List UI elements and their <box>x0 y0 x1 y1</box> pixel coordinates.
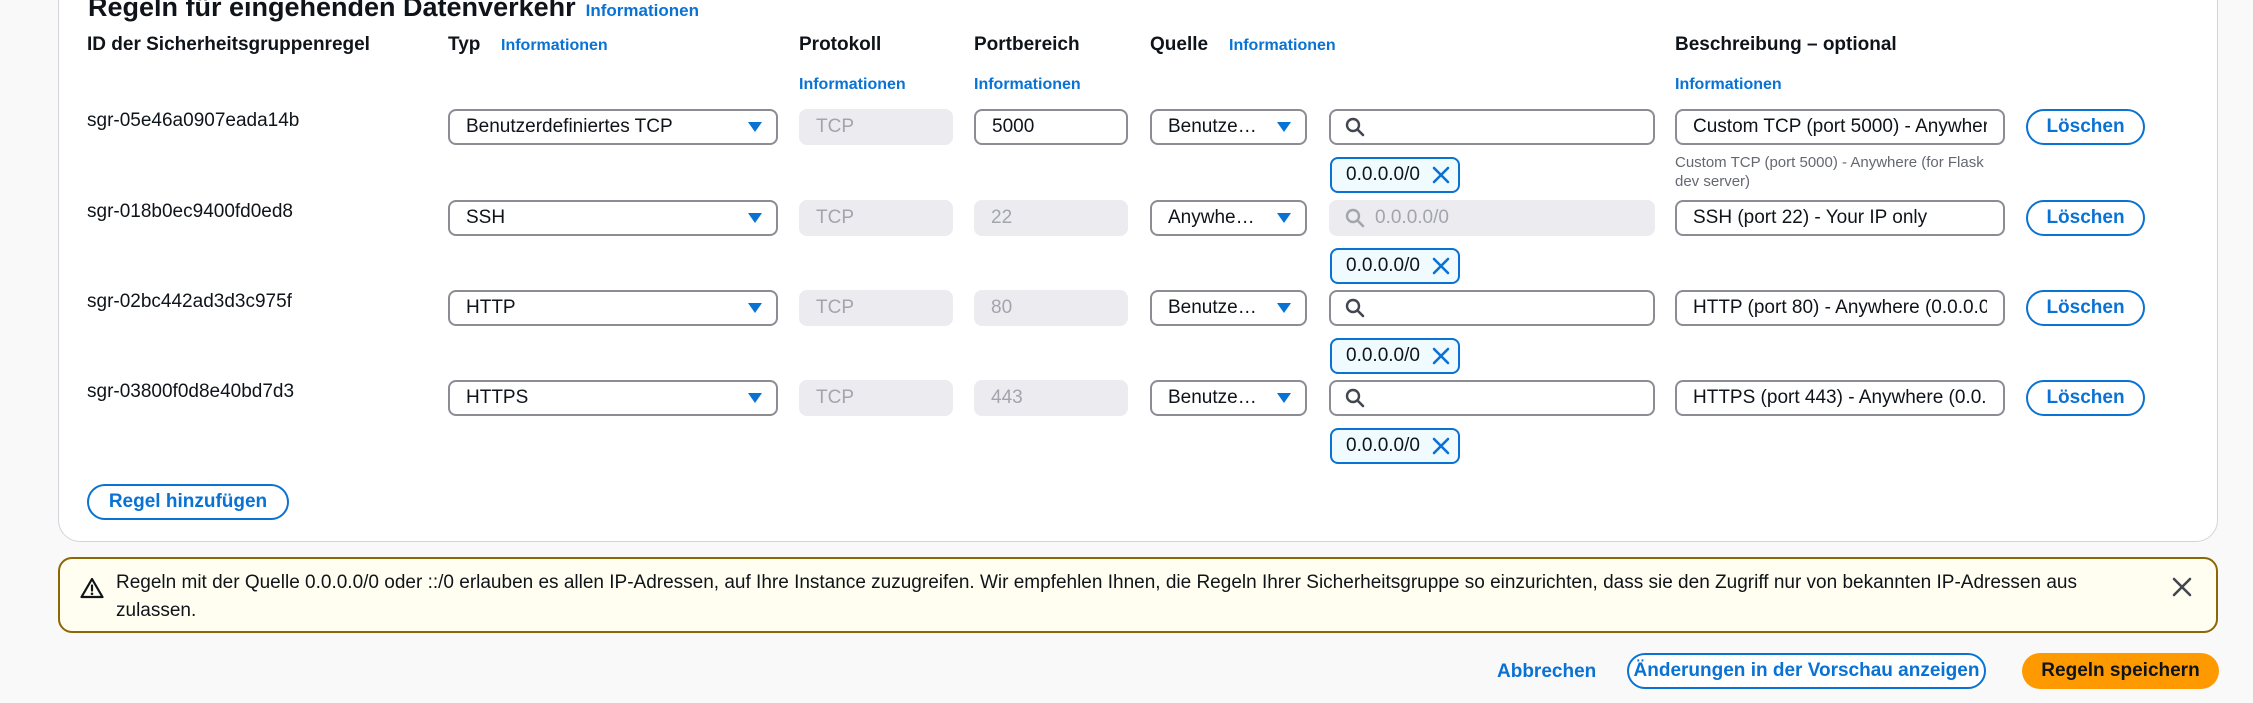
caret-down-icon <box>748 393 762 403</box>
source-select[interactable]: Anywhe… <box>1150 200 1307 236</box>
rule-id: sgr-03800f0d8e40bd7d3 <box>87 381 295 402</box>
cidr-search-input[interactable] <box>1329 290 1655 326</box>
delete-button[interactable]: Löschen <box>2026 290 2145 326</box>
header-source: Quelle <box>1150 34 1209 55</box>
type-select-value: Benutzerdefiniertes TCP <box>466 116 673 137</box>
header-description-info-link[interactable]: Informationen <box>1675 76 1782 94</box>
description-value: HTTPS (port 443) - Anywhere (0.0.( <box>1693 387 1987 408</box>
source-select-value: Benutze… <box>1168 116 1257 137</box>
header-type-info-link[interactable]: Informationen <box>501 37 608 55</box>
source-select[interactable]: Benutze… <box>1150 109 1307 145</box>
port-range-input[interactable]: 5000 <box>974 109 1128 145</box>
port-range-field: 80 <box>974 290 1128 326</box>
rule-id: sgr-02bc442ad3d3c975f <box>87 291 292 312</box>
search-icon <box>1345 298 1365 318</box>
source-select-value: Benutze… <box>1168 387 1257 408</box>
cidr-token: 0.0.0.0/0 <box>1330 338 1460 374</box>
caret-down-icon <box>1277 303 1291 313</box>
caret-down-icon <box>1277 122 1291 132</box>
port-range-field: 22 <box>974 200 1128 236</box>
caret-down-icon <box>1277 213 1291 223</box>
cidr-token-label: 0.0.0.0/0 <box>1346 255 1420 276</box>
close-icon[interactable] <box>1432 437 1450 455</box>
cidr-search-input[interactable] <box>1329 380 1655 416</box>
rule-id: sgr-018b0ec9400fd0ed8 <box>87 201 294 222</box>
search-icon <box>1345 208 1365 228</box>
header-port-info-link[interactable]: Informationen <box>974 76 1081 94</box>
add-rule-button[interactable]: Regel hinzufügen <box>87 484 289 520</box>
warning-icon <box>80 577 104 599</box>
cidr-search-value: 0.0.0.0/0 <box>1375 207 1449 228</box>
rule-id: sgr-05e46a0907eada14b <box>87 110 300 131</box>
type-select-value: SSH <box>466 207 506 228</box>
description-input[interactable]: Custom TCP (port 5000) - Anywher <box>1675 109 2005 145</box>
source-select-value: Benutze… <box>1168 297 1257 318</box>
search-icon <box>1345 388 1365 408</box>
section-title-text: Regeln für eingehenden Datenverkehr <box>88 0 576 22</box>
type-select[interactable]: SSH <box>448 200 778 236</box>
header-protocol: Protokoll <box>799 34 882 55</box>
save-rules-button[interactable]: Regeln speichern <box>2022 653 2219 689</box>
description-value: HTTP (port 80) - Anywhere (0.0.0.0 <box>1693 297 1987 318</box>
description-input[interactable]: HTTPS (port 443) - Anywhere (0.0.( <box>1675 380 2005 416</box>
warning-alert: Regeln mit der Quelle 0.0.0.0/0 oder ::/… <box>58 557 2218 633</box>
close-icon[interactable] <box>1432 166 1450 184</box>
protocol-field: TCP <box>799 200 953 236</box>
caret-down-icon <box>748 303 762 313</box>
source-select[interactable]: Benutze… <box>1150 290 1307 326</box>
close-icon[interactable] <box>2172 577 2192 597</box>
cidr-token: 0.0.0.0/0 <box>1330 428 1460 464</box>
preview-changes-button[interactable]: Änderungen in der Vorschau anzeigen <box>1627 653 1986 689</box>
delete-button[interactable]: Löschen <box>2026 200 2145 236</box>
type-select-value: HTTPS <box>466 387 529 408</box>
cidr-token-label: 0.0.0.0/0 <box>1346 435 1420 456</box>
description-value: Custom TCP (port 5000) - Anywher <box>1693 116 1987 137</box>
protocol-field: TCP <box>799 290 953 326</box>
cancel-button[interactable]: Abbrechen <box>1497 661 1596 683</box>
protocol-field: TCP <box>799 380 953 416</box>
close-icon[interactable] <box>1432 257 1450 275</box>
header-protocol-info-link[interactable]: Informationen <box>799 76 906 94</box>
description-value: SSH (port 22) - Your IP only <box>1693 207 1928 228</box>
delete-button[interactable]: Löschen <box>2026 109 2145 145</box>
protocol-field: TCP <box>799 109 953 145</box>
cidr-token: 0.0.0.0/0 <box>1330 157 1460 193</box>
type-select-value: HTTP <box>466 297 516 318</box>
cidr-token-label: 0.0.0.0/0 <box>1346 345 1420 366</box>
cidr-search-input: 0.0.0.0/0 <box>1329 200 1655 236</box>
header-rule-id: ID der Sicherheitsgruppenregel <box>87 34 370 55</box>
delete-button[interactable]: Löschen <box>2026 380 2145 416</box>
header-description: Beschreibung – optional <box>1675 34 1897 55</box>
description-input[interactable]: HTTP (port 80) - Anywhere (0.0.0.0 <box>1675 290 2005 326</box>
header-source-info-link[interactable]: Informationen <box>1229 37 1336 55</box>
description-hint: Custom TCP (port 5000) - Anywhere (for F… <box>1675 154 1984 190</box>
port-range-field: 443 <box>974 380 1128 416</box>
type-select[interactable]: HTTPS <box>448 380 778 416</box>
type-select[interactable]: HTTP <box>448 290 778 326</box>
port-range-value: 5000 <box>992 116 1035 137</box>
source-select-value: Anywhe… <box>1168 207 1255 228</box>
caret-down-icon <box>748 122 762 132</box>
cidr-token: 0.0.0.0/0 <box>1330 248 1460 284</box>
header-port-range: Portbereich <box>974 34 1080 55</box>
alert-message: Regeln mit der Quelle 0.0.0.0/0 oder ::/… <box>116 572 2077 621</box>
type-select[interactable]: Benutzerdefiniertes TCP <box>448 109 778 145</box>
description-input[interactable]: SSH (port 22) - Your IP only <box>1675 200 2005 236</box>
section-info-link[interactable]: Informationen <box>586 1 699 20</box>
source-select[interactable]: Benutze… <box>1150 380 1307 416</box>
cidr-token-label: 0.0.0.0/0 <box>1346 164 1420 185</box>
caret-down-icon <box>1277 393 1291 403</box>
cidr-search-input[interactable] <box>1329 109 1655 145</box>
inbound-rules-panel <box>58 0 2218 542</box>
close-icon[interactable] <box>1432 347 1450 365</box>
section-title: Regeln für eingehenden Datenverkehr Infor… <box>88 0 699 23</box>
caret-down-icon <box>748 213 762 223</box>
header-type: Typ <box>448 34 481 55</box>
search-icon <box>1345 117 1365 137</box>
